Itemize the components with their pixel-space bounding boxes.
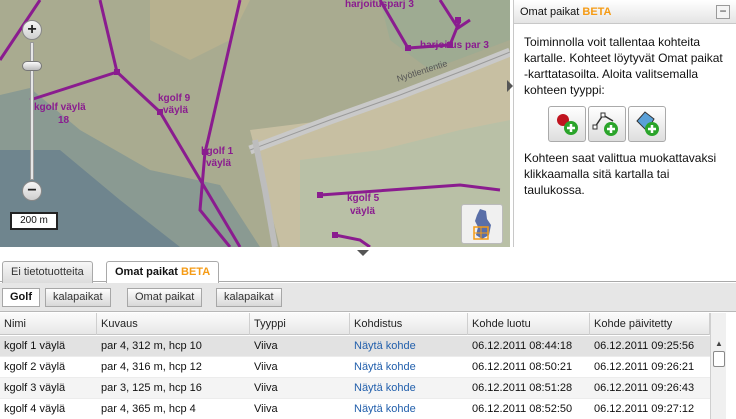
zoom-in-button[interactable]: +: [22, 20, 42, 40]
map-canvas[interactable]: harjoitusparj 3 harjoitus par 3 Nyötlent…: [0, 0, 510, 247]
tab-omat-paikat-label: Omat paikat: [115, 266, 178, 278]
add-area-button[interactable]: [628, 106, 666, 142]
map-label: kgolf 9: [158, 93, 191, 104]
map-label: väylä: [206, 158, 231, 169]
scroll-up-icon[interactable]: ▲: [712, 338, 726, 350]
zoom-out-button[interactable]: −: [22, 181, 42, 201]
map-label: 18: [58, 115, 70, 126]
map-label: kgolf väylä: [34, 102, 86, 113]
cell-created: 06.12.2011 08:52:50: [472, 403, 573, 415]
panel-title-text: Omat paikat: [520, 5, 580, 18]
column-header-tyyppi[interactable]: Tyyppi: [250, 313, 350, 335]
cell-created: 06.12.2011 08:51:28: [472, 382, 573, 394]
cell-updated: 06.12.2011 09:26:43: [594, 382, 695, 394]
map-label: väylä: [350, 206, 375, 217]
cell-updated: 06.12.2011 09:26:21: [594, 361, 695, 373]
add-line-button[interactable]: [588, 106, 626, 142]
show-feature-link[interactable]: Näytä kohde: [350, 357, 468, 378]
subtab-kalapaikat-2[interactable]: kalapaikat: [216, 288, 282, 307]
column-header-kohde-paivitetty[interactable]: Kohde päivitetty: [590, 313, 710, 335]
panel-edit-hint-text: Kohteen saat valittua muokattavaksi klik…: [524, 151, 717, 197]
map-label: harjoitusparj 3: [345, 0, 414, 10]
cell-nimi: kgolf 4 väylä: [4, 403, 66, 415]
app-window: harjoitusparj 3 harjoitus par 3 Nyötlent…: [0, 0, 736, 419]
collapse-map-bottom-icon[interactable]: [357, 247, 369, 256]
map-layers-button[interactable]: [461, 204, 503, 244]
tab-omat-paikat[interactable]: Omat paikat BETA: [106, 261, 220, 284]
cell-tyyppi: Viiva: [254, 361, 278, 373]
cell-nimi: kgolf 1 väylä: [4, 340, 66, 352]
beta-badge: BETA: [181, 266, 211, 278]
my-places-panel: Omat paikat BETA − Toiminnolla voit tall…: [513, 0, 736, 247]
zoom-slider-handle[interactable]: [22, 61, 42, 71]
cell-kuvaus: par 4, 316 m, hcp 12: [101, 361, 202, 373]
map-label: väylä: [163, 105, 188, 116]
panel-body: Toiminnolla voit tallentaa kohteita kart…: [514, 24, 736, 198]
cell-tyyppi: Viiva: [254, 340, 278, 352]
column-header-kuvaus[interactable]: Kuvaus: [97, 313, 250, 335]
add-point-icon: [557, 114, 578, 135]
cell-updated: 06.12.2011 09:27:12: [594, 403, 695, 415]
cell-nimi: kgolf 2 väylä: [4, 361, 66, 373]
beta-badge: BETA: [582, 5, 612, 18]
scale-bar: 200 m: [10, 212, 58, 230]
subtab-omat-paikat[interactable]: Omat paikat: [127, 288, 203, 307]
column-header-kohde-luotu[interactable]: Kohde luotu: [468, 313, 590, 335]
add-area-icon: [636, 111, 659, 136]
panel-minimize-button[interactable]: −: [716, 4, 730, 19]
table-header: Nimi Kuvaus Tyyppi Kohdistus Kohde luotu…: [0, 313, 710, 335]
places-table: Nimi Kuvaus Tyyppi Kohdistus Kohde luotu…: [0, 313, 736, 419]
cell-kuvaus: par 3, 125 m, hcp 16: [101, 382, 202, 394]
column-header-kohdistus[interactable]: Kohdistus: [350, 313, 468, 335]
cell-updated: 06.12.2011 09:25:56: [594, 340, 695, 352]
panel-intro-text: Toiminnolla voit tallentaa kohteita kart…: [524, 35, 723, 97]
scrollbar-thumb[interactable]: [713, 351, 725, 367]
cell-created: 06.12.2011 08:50:21: [472, 361, 573, 373]
table-scrollbar[interactable]: ▲: [710, 313, 726, 419]
cell-kuvaus: par 4, 365 m, hcp 4: [101, 403, 196, 415]
cell-tyyppi: Viiva: [254, 382, 278, 394]
show-feature-link[interactable]: Näytä kohde: [350, 399, 468, 419]
cell-kuvaus: par 4, 312 m, hcp 10: [101, 340, 202, 352]
cell-tyyppi: Viiva: [254, 403, 278, 415]
table-row[interactable]: kgolf 3 väylä par 3, 125 m, hcp 16 Viiva…: [0, 378, 710, 399]
tab-ei-tietotuotteita[interactable]: Ei tietotuotteita: [2, 261, 93, 283]
map-label: kgolf 1: [201, 146, 234, 157]
add-line-icon: [592, 112, 618, 136]
layer-tab-bar: Golf kalapaikat Omat paikat kalapaikat: [0, 283, 736, 312]
subtab-golf[interactable]: Golf: [2, 288, 40, 307]
column-header-nimi[interactable]: Nimi: [0, 313, 97, 335]
map-label: kgolf 5: [347, 193, 380, 204]
cell-created: 06.12.2011 08:44:18: [472, 340, 573, 352]
finland-map-icon: [473, 209, 491, 240]
map-label: harjoitus par 3: [420, 40, 489, 51]
panel-header: Omat paikat BETA −: [514, 0, 736, 24]
table-row[interactable]: kgolf 4 väylä par 4, 365 m, hcp 4 Viiva …: [0, 399, 710, 419]
main-tab-bar: Ei tietotuotteita Omat paikat BETA: [0, 260, 736, 284]
show-feature-link[interactable]: Näytä kohde: [350, 336, 468, 357]
subtab-kalapaikat[interactable]: kalapaikat: [45, 288, 111, 307]
table-row[interactable]: kgolf 2 väylä par 4, 316 m, hcp 12 Viiva…: [0, 357, 710, 378]
table-row[interactable]: kgolf 1 väylä par 4, 312 m, hcp 10 Viiva…: [0, 336, 710, 357]
place-type-toolbar: [548, 106, 726, 142]
show-feature-link[interactable]: Näytä kohde: [350, 378, 468, 399]
map-view[interactable]: harjoitusparj 3 harjoitus par 3 Nyötlent…: [0, 0, 510, 247]
cell-nimi: kgolf 3 väylä: [4, 382, 66, 394]
panel-title: Omat paikat BETA: [520, 6, 612, 18]
add-point-button[interactable]: [548, 106, 586, 142]
